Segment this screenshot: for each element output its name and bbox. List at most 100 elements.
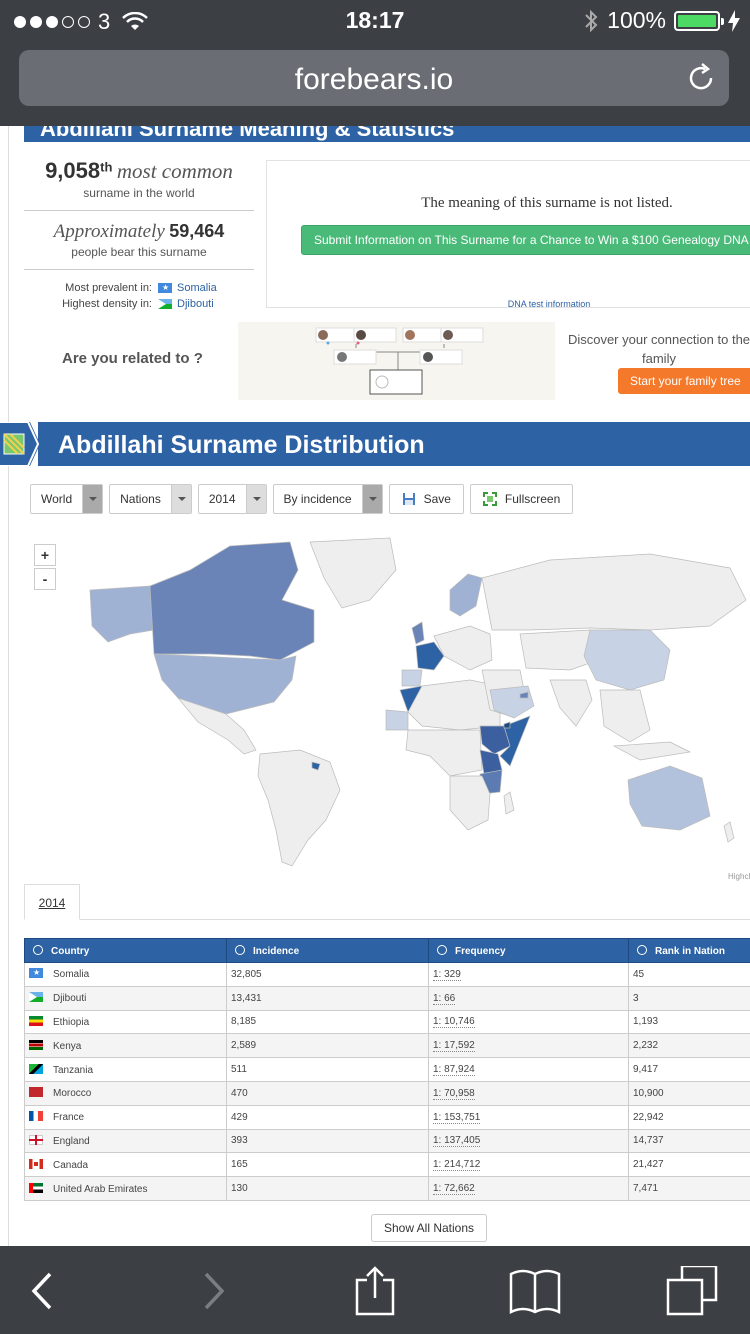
nations-table: Country Incidence Frequency Rank in Nati… — [24, 938, 750, 1201]
somalia-flag-icon: ★ — [29, 968, 43, 979]
dna-test-link[interactable]: DNA test information — [267, 299, 750, 309]
frequency-cell: 1: 329 — [428, 962, 629, 987]
country-cell[interactable]: France — [24, 1104, 227, 1130]
show-all-nations-button[interactable]: Show All Nations — [371, 1214, 487, 1242]
col-rank[interactable]: Rank in Nation — [628, 938, 750, 963]
sort-icon — [437, 944, 447, 955]
page-edge-line — [8, 126, 9, 1246]
related-question: Are you related to ? — [62, 350, 203, 367]
map-region-madagascar — [503, 791, 515, 815]
map-region-india — [549, 679, 593, 727]
map-region-usa — [153, 653, 297, 715]
col-country[interactable]: Country — [24, 938, 227, 963]
map-region-west-sahara — [385, 709, 409, 731]
distribution-title-bar: Abdillahi Surname Distribution — [38, 422, 750, 466]
prevalent-label: Most prevalent in: — [65, 282, 152, 294]
incidence-cell: 393 — [226, 1128, 429, 1154]
table-row: ★ Somalia 32,805 1: 329 45 — [24, 962, 750, 987]
map-region-southeast-asia — [599, 689, 651, 743]
ethiopia-flag-icon — [29, 1015, 43, 1026]
rank-cell: 10,900 — [628, 1080, 750, 1106]
zoom-in-button[interactable]: + — [34, 544, 56, 566]
incidence-cell: 511 — [226, 1057, 429, 1082]
table-row: Djibouti 13,431 1: 66 3 — [24, 985, 750, 1011]
incidence-cell: 8,185 — [226, 1009, 429, 1035]
map-region-england — [411, 621, 425, 645]
col-frequency[interactable]: Frequency — [428, 938, 629, 963]
family-tree-image[interactable] — [238, 322, 555, 400]
world-map-svg — [89, 537, 747, 867]
battery-icon — [674, 10, 724, 31]
frequency-cell: 1: 137,405 — [428, 1128, 629, 1154]
submit-info-button[interactable]: Submit Information on This Surname for a… — [301, 225, 750, 255]
start-family-tree-button[interactable]: Start your family tree — [618, 368, 750, 394]
bookmarks-icon[interactable] — [507, 1266, 563, 1316]
country-cell[interactable]: Morocco — [24, 1080, 227, 1106]
country-cell[interactable]: Kenya — [24, 1033, 227, 1059]
country-cell[interactable]: Ethiopia — [24, 1009, 227, 1035]
sort-icon — [235, 944, 245, 955]
tab-2014[interactable]: 2014 — [24, 884, 80, 920]
map-region-australia — [627, 765, 711, 831]
tanzania-flag-icon — [29, 1063, 43, 1074]
table-header-row: Country Incidence Frequency Rank in Nati… — [24, 938, 750, 963]
bluetooth-icon — [585, 9, 598, 32]
table-row: France 429 1: 153,751 22,942 — [24, 1104, 750, 1130]
table-row: Morocco 470 1: 70,958 10,900 — [24, 1080, 750, 1106]
chevron-down-icon — [82, 485, 103, 513]
save-button[interactable]: Save — [388, 484, 464, 514]
density-country-link[interactable]: Djibouti — [158, 298, 218, 310]
status-bar: 3 18:17 100% — [0, 0, 750, 40]
tabs-icon[interactable] — [664, 1266, 720, 1316]
prevalent-country-link[interactable]: ★ Somalia — [158, 282, 218, 294]
country-cell[interactable]: England — [24, 1128, 227, 1154]
chevron-down-icon — [170, 485, 191, 513]
share-icon[interactable] — [347, 1266, 403, 1316]
rank-cell: 7,471 — [628, 1176, 750, 1201]
prevalence-info: Most prevalent in: ★ Somalia Highest den… — [24, 270, 254, 310]
table-row: Canada 165 1: 214,712 21,427 — [24, 1152, 750, 1178]
battery-percent: 100% — [607, 7, 666, 33]
url-text: forebears.io — [294, 63, 454, 96]
world-distribution-map[interactable]: + - — [30, 530, 750, 880]
region-select[interactable]: World — [30, 484, 104, 514]
fullscreen-button[interactable]: Fullscreen — [469, 484, 574, 514]
col-incidence[interactable]: Incidence — [226, 938, 429, 963]
country-cell[interactable]: Canada — [24, 1152, 227, 1178]
url-field[interactable]: forebears.io — [19, 50, 729, 106]
country-cell[interactable]: Djibouti — [24, 985, 227, 1011]
country-cell[interactable]: ★ Somalia — [24, 962, 227, 987]
highcharts-credit[interactable]: Highcharts — [728, 872, 750, 881]
france-flag-icon — [29, 1111, 43, 1122]
reload-icon[interactable] — [685, 62, 717, 94]
country-cell[interactable]: United Arab Emirates — [24, 1176, 227, 1201]
country-cell[interactable]: Tanzania — [24, 1057, 227, 1082]
frequency-cell: 1: 70,958 — [428, 1080, 629, 1106]
rank-sub: surname in the world — [83, 186, 195, 200]
level-select[interactable]: Nations — [109, 484, 192, 514]
rank-cell: 2,232 — [628, 1033, 750, 1059]
back-icon[interactable] — [16, 1266, 72, 1316]
england-flag-icon — [29, 1134, 43, 1145]
rank-cell: 1,193 — [628, 1009, 750, 1035]
morocco-flag-icon — [29, 1087, 43, 1098]
map-badge-icon — [0, 422, 40, 466]
map-region-central-africa — [405, 729, 483, 777]
djibouti-flag-icon — [29, 992, 43, 1003]
forward-icon[interactable] — [184, 1266, 240, 1316]
map-region-indonesia — [612, 741, 692, 761]
browser-address-bar: forebears.io — [0, 40, 750, 126]
zoom-out-button[interactable]: - — [34, 568, 56, 590]
rank-cell: 45 — [628, 962, 750, 987]
mode-select[interactable]: By incidence — [272, 484, 383, 514]
rank-stat: 9,058th most common surname in the world — [24, 150, 254, 211]
sort-icon — [33, 944, 43, 955]
map-region-south-america — [257, 749, 341, 867]
incidence-cell: 130 — [226, 1176, 429, 1201]
map-region-new-zealand — [723, 821, 735, 843]
meaning-text: The meaning of this surname is not liste… — [421, 195, 673, 211]
frequency-cell: 1: 17,592 — [428, 1033, 629, 1059]
frequency-cell: 1: 153,751 — [428, 1104, 629, 1130]
year-select[interactable]: 2014 — [197, 484, 267, 514]
incidence-cell: 13,431 — [226, 985, 429, 1011]
